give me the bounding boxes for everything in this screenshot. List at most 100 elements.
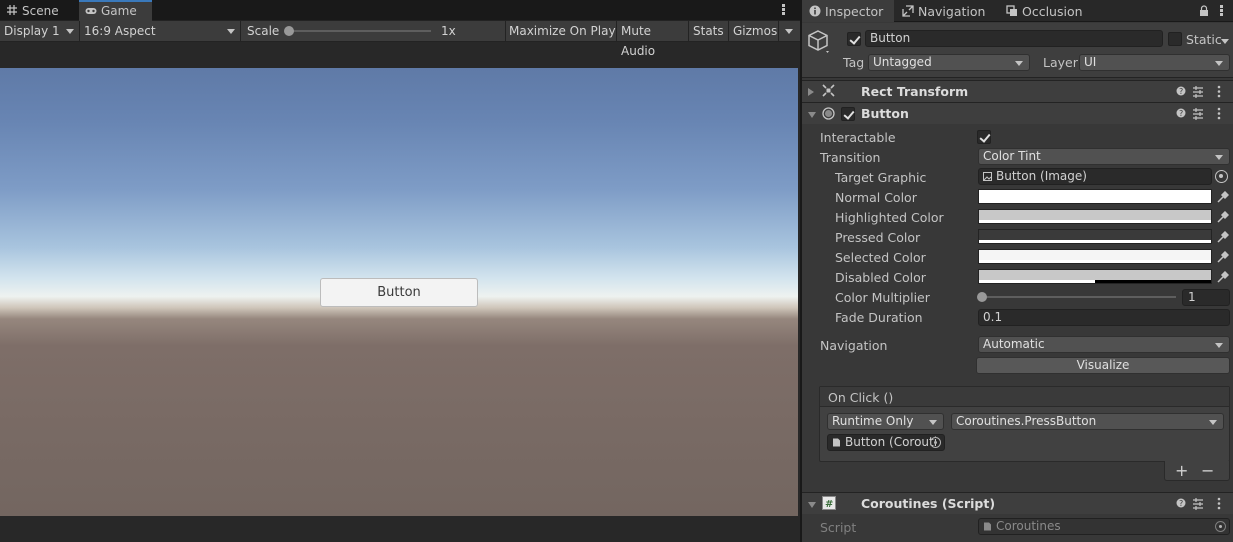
- eyedropper-icon[interactable]: [1217, 271, 1229, 283]
- button-component-title: Button: [861, 106, 909, 121]
- object-name-field[interactable]: Button: [865, 30, 1163, 47]
- transition-value: Color Tint: [983, 149, 1041, 163]
- tab-navigation[interactable]: Navigation: [895, 0, 999, 22]
- navigation-value: Automatic: [983, 337, 1045, 351]
- rect-transform-header[interactable]: Rect Transform ?: [802, 80, 1233, 102]
- info-icon: [809, 5, 821, 17]
- button-component-header[interactable]: Button ?: [802, 102, 1233, 124]
- eyedropper-icon[interactable]: [1217, 231, 1229, 243]
- layer-dropdown[interactable]: UI: [1079, 54, 1230, 71]
- coroutines-foldout-icon[interactable]: [808, 502, 816, 508]
- tab-game-label: Game: [101, 4, 137, 18]
- gizmos-label: Gizmos: [733, 24, 778, 38]
- tag-value: Untagged: [873, 55, 932, 69]
- scale-slider-track[interactable]: [289, 30, 431, 32]
- transition-dropdown[interactable]: Color Tint: [978, 148, 1230, 165]
- scale-label: Scale: [247, 24, 280, 38]
- gizmos-toggle[interactable]: Gizmos: [729, 21, 779, 41]
- disabled-color-label: Disabled Color: [835, 270, 926, 285]
- rect-transform-foldout-icon[interactable]: [808, 88, 814, 96]
- interactable-checkbox[interactable]: [977, 130, 991, 144]
- highlighted-color-field[interactable]: [978, 209, 1212, 224]
- tag-dropdown[interactable]: Untagged: [868, 54, 1030, 71]
- inspector-menu-icon[interactable]: [1220, 5, 1224, 17]
- object-picker-icon[interactable]: [1215, 170, 1228, 183]
- fade-duration-field[interactable]: 0.1: [978, 309, 1230, 326]
- tab-occlusion-label: Occlusion: [1022, 4, 1083, 19]
- onclick-target-field[interactable]: Button (Corouti: [827, 434, 945, 451]
- tab-scene-label: Scene: [22, 4, 59, 18]
- color-multiplier-slider-thumb[interactable]: [977, 292, 987, 302]
- svg-text:?: ?: [1179, 87, 1183, 96]
- game-tabbar: Scene Game: [0, 0, 800, 21]
- tab-inspector-label: Inspector: [825, 4, 884, 19]
- image-icon: [983, 172, 992, 181]
- onclick-header: On Click (): [820, 387, 1229, 407]
- pressed-color-label: Pressed Color: [835, 230, 921, 245]
- script-value: Coroutines: [996, 519, 1061, 533]
- onclick-label: On Click (): [828, 390, 894, 405]
- component-header-icons[interactable]: ?: [1176, 497, 1226, 511]
- stats-toggle[interactable]: Stats: [689, 21, 729, 41]
- navigation-dropdown[interactable]: Automatic: [978, 336, 1230, 353]
- maximize-on-play-toggle[interactable]: Maximize On Play: [506, 21, 617, 41]
- aspect-dropdown[interactable]: 16:9 Aspect: [80, 21, 241, 41]
- normal-color-label: Normal Color: [835, 190, 917, 205]
- target-graphic-field[interactable]: Button (Image): [978, 168, 1212, 185]
- script-icon: [833, 438, 840, 447]
- lock-icon[interactable]: [1199, 5, 1209, 17]
- game-toolbar: Display 1 16:9 Aspect Scale 1x Maximize …: [0, 21, 800, 58]
- script-icon: [984, 522, 991, 531]
- object-picker-icon[interactable]: [930, 437, 941, 448]
- object-picker-icon: [1215, 521, 1226, 532]
- tab-occlusion[interactable]: Occlusion: [999, 0, 1099, 22]
- static-checkbox[interactable]: [1168, 32, 1182, 46]
- eyedropper-icon[interactable]: [1217, 191, 1229, 203]
- coroutines-script-header[interactable]: # Coroutines (Script) ?: [802, 492, 1233, 514]
- button-enabled-checkbox[interactable]: [841, 107, 855, 121]
- rect-transform-icon: [822, 84, 835, 97]
- add-listener-button[interactable]: +: [1175, 461, 1188, 480]
- target-graphic-label: Target Graphic: [835, 170, 927, 185]
- game-ui-button[interactable]: Button: [320, 278, 478, 307]
- component-header-icons[interactable]: ?: [1176, 107, 1226, 121]
- normal-color-field[interactable]: [978, 189, 1212, 204]
- tab-game[interactable]: Game: [79, 0, 152, 21]
- game-panel: Scene Game Display 1 16:9 Aspect Scale 1…: [0, 0, 800, 542]
- onclick-function-value: Coroutines.PressButton: [956, 414, 1097, 428]
- remove-listener-button[interactable]: −: [1201, 461, 1214, 480]
- static-dropdown-arrow-icon[interactable]: [1221, 39, 1229, 44]
- color-multiplier-field[interactable]: 1: [1182, 289, 1230, 306]
- eyedropper-icon[interactable]: [1217, 251, 1229, 263]
- onclick-function-dropdown[interactable]: Coroutines.PressButton: [951, 413, 1224, 430]
- button-foldout-icon[interactable]: [808, 112, 816, 118]
- visualize-button[interactable]: Visualize: [976, 357, 1230, 374]
- onclick-mode-dropdown[interactable]: Runtime Only: [827, 413, 944, 430]
- scale-value: 1x: [441, 24, 456, 38]
- gizmos-dropdown[interactable]: [779, 21, 798, 41]
- tab-navigation-label: Navigation: [918, 4, 986, 19]
- scale-slider-thumb[interactable]: [284, 26, 294, 36]
- grid-icon: [7, 5, 17, 15]
- mute-audio-toggle[interactable]: Mute Audio: [617, 21, 689, 58]
- mute-audio-label: Mute Audio: [621, 24, 656, 58]
- disabled-color-field[interactable]: [978, 269, 1212, 284]
- onclick-target-value: Button (Corouti: [845, 435, 938, 449]
- tab-scene[interactable]: Scene: [0, 0, 78, 21]
- component-header-icons[interactable]: ?: [1176, 85, 1226, 99]
- inspector-panel: Inspector Navigation Occlusion Button St…: [801, 0, 1233, 542]
- pressed-color-field[interactable]: [978, 229, 1212, 244]
- scale-control: Scale 1x: [241, 21, 506, 41]
- object-header: Button Static Tag Untagged Layer UI: [802, 23, 1233, 78]
- object-active-checkbox[interactable]: [847, 32, 861, 46]
- gamepad-icon: [85, 8, 97, 14]
- display-dropdown[interactable]: Display 1: [0, 21, 80, 41]
- interactable-label: Interactable: [820, 130, 896, 145]
- tab-inspector[interactable]: Inspector: [802, 0, 894, 22]
- stats-label: Stats: [693, 24, 724, 38]
- selected-color-field[interactable]: [978, 249, 1212, 264]
- eyedropper-icon[interactable]: [1217, 211, 1229, 223]
- more-options-icon[interactable]: [782, 4, 786, 16]
- color-multiplier-slider-track[interactable]: [982, 296, 1176, 298]
- aspect-dropdown-label: 16:9 Aspect: [84, 24, 156, 38]
